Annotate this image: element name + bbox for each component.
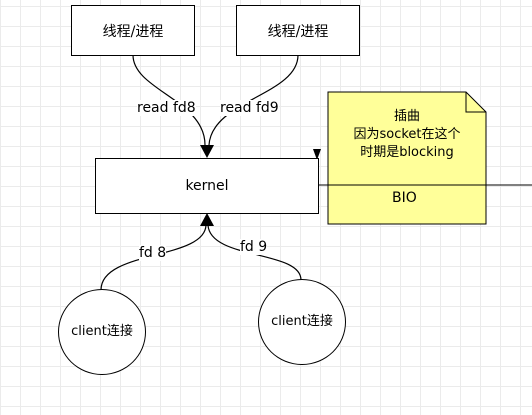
client-circle-left: client连接 bbox=[58, 289, 146, 375]
note-line-3: 时期是blocking bbox=[360, 145, 454, 160]
thread-box-right: 线程/进程 bbox=[236, 5, 360, 56]
client-left-label: client连接 bbox=[71, 324, 133, 339]
kernel-label: kernel bbox=[185, 178, 229, 194]
arrowhead-up bbox=[200, 213, 214, 226]
edge-label-read-fd8: read fd8 bbox=[137, 100, 196, 116]
client-right-label: client连接 bbox=[271, 314, 333, 329]
thread-box-right-label: 线程/进程 bbox=[267, 23, 329, 40]
note-line-1: 插曲 bbox=[393, 109, 420, 124]
edge-label-fd9: fd 9 bbox=[240, 239, 268, 255]
note-line-2: 因为socket在这个 bbox=[353, 127, 461, 142]
note-text: 插曲 因为socket在这个 时期是blocking bbox=[330, 108, 484, 162]
kernel-box: kernel bbox=[95, 158, 319, 214]
client-circle-right: client连接 bbox=[258, 279, 346, 365]
thread-box-left: 线程/进程 bbox=[71, 5, 195, 56]
note-bio: BIO bbox=[392, 190, 417, 206]
edge-label-read-fd9: read fd9 bbox=[220, 100, 279, 116]
arrowhead-down bbox=[200, 145, 214, 158]
thread-box-left-label: 线程/进程 bbox=[102, 23, 164, 40]
edge-label-fd8: fd 8 bbox=[139, 245, 167, 261]
